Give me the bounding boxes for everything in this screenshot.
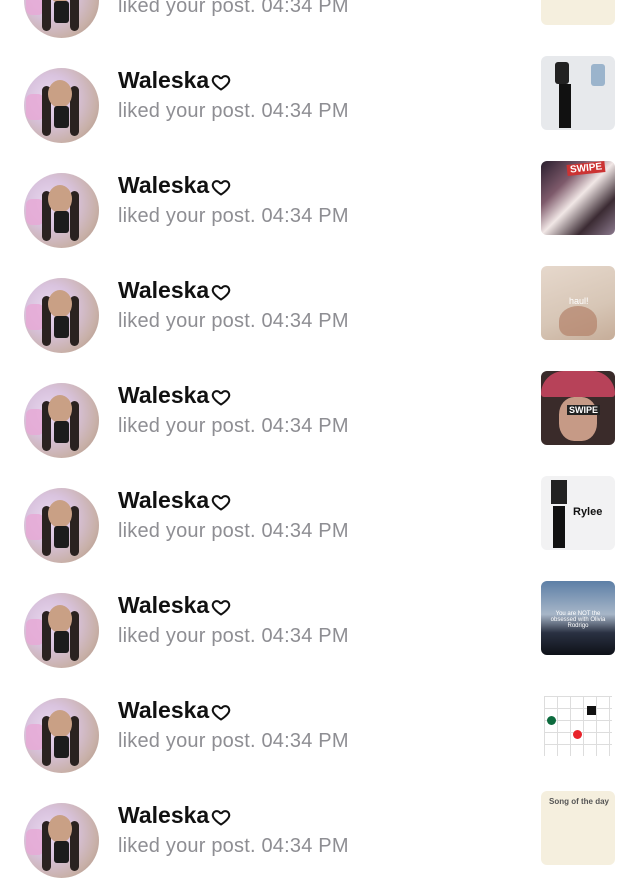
username-text: Waleska (118, 67, 210, 93)
avatar[interactable] (24, 593, 99, 668)
username-text: Waleska (118, 277, 210, 303)
thumbnail-caption: SWIPE (566, 161, 606, 176)
heart-outline-icon (211, 281, 231, 301)
post-thumbnail[interactable]: haul! (541, 266, 615, 340)
notification-row[interactable]: Waleska liked your post. 04:34 PM haul! (0, 266, 640, 371)
username[interactable]: Waleska (118, 277, 231, 304)
avatar[interactable] (24, 488, 99, 563)
heart-outline-icon (211, 491, 231, 511)
activity-text: liked your post. 04:34 PM (118, 625, 349, 647)
thumbnail-caption: Rylee (573, 506, 603, 518)
heart-outline-icon (211, 71, 231, 91)
post-thumbnail[interactable] (541, 686, 615, 760)
username-text: Waleska (118, 697, 210, 723)
username[interactable]: Waleska (118, 697, 231, 724)
avatar[interactable] (24, 383, 99, 458)
heart-outline-icon (211, 701, 231, 721)
username[interactable]: Waleska (118, 802, 231, 829)
activity-text: liked your post. 04:34 PM (118, 520, 349, 542)
thumbnail-caption: You are NOT the obsessed with Olivia Rod… (550, 611, 606, 629)
post-thumbnail[interactable] (541, 0, 615, 25)
notification-row[interactable]: Waleskaliked your post. 04:34 PM (0, 0, 640, 56)
thumbnail-caption: SWIPE (567, 405, 601, 415)
notification-row[interactable]: Waleska liked your post. 04:34 PM SWIPE (0, 161, 640, 266)
post-thumbnail[interactable]: SWIPE (541, 371, 615, 445)
username[interactable]: Waleska (118, 67, 231, 94)
username[interactable]: Waleska (118, 592, 231, 619)
username-text: Waleska (118, 487, 210, 513)
heart-outline-icon (211, 386, 231, 406)
notification-row[interactable]: Waleska liked your post. 04:34 PM (0, 686, 640, 791)
avatar[interactable] (24, 278, 99, 353)
username-text: Waleska (118, 382, 210, 408)
avatar[interactable] (24, 68, 99, 143)
thumbnail-caption: haul! (569, 296, 589, 306)
activity-text: liked your post. 04:34 PM (118, 310, 349, 332)
username-text: Waleska (118, 802, 210, 828)
avatar[interactable] (24, 803, 99, 878)
activity-text: liked your post. 04:34 PM (118, 415, 349, 437)
post-thumbnail[interactable]: Song of the day (541, 791, 615, 865)
post-thumbnail[interactable]: Rylee (541, 476, 615, 550)
heart-outline-icon (211, 176, 231, 196)
heart-outline-icon (211, 806, 231, 826)
username[interactable]: Waleska (118, 487, 231, 514)
username[interactable]: Waleska (118, 172, 231, 199)
username-text: Waleska (118, 172, 210, 198)
notification-row[interactable]: Waleska liked your post. 04:34 PM (0, 56, 640, 161)
post-thumbnail[interactable] (541, 56, 615, 130)
activity-list: Waleskaliked your post. 04:34 PMWaleskal… (0, 0, 640, 896)
username-text: Waleska (118, 592, 210, 618)
notification-row[interactable]: Waleska liked your post. 04:34 PM You are … (0, 581, 640, 686)
activity-text: liked your post. 04:34 PM (118, 205, 349, 227)
avatar[interactable] (24, 0, 99, 38)
activity-text: liked your post. 04:34 PM (118, 100, 349, 122)
notification-row[interactable]: Waleska liked your post. 04:34 PM SWIPE (0, 371, 640, 476)
activity-text: liked your post. 04:34 PM (118, 0, 349, 17)
avatar[interactable] (24, 173, 99, 248)
heart-outline-icon (211, 596, 231, 616)
notification-row[interactable]: Waleska liked your post. 04:34 PM Rylee (0, 476, 640, 581)
thumbnail-caption: Song of the day (549, 797, 609, 806)
username[interactable]: Waleska (118, 382, 231, 409)
avatar[interactable] (24, 698, 99, 773)
notification-row[interactable]: Waleska liked your post. 04:34 PM Song of … (0, 791, 640, 896)
post-thumbnail[interactable]: SWIPE (541, 161, 615, 235)
activity-text: liked your post. 04:34 PM (118, 730, 349, 752)
post-thumbnail[interactable]: You are NOT the obsessed with Olivia Rod… (541, 581, 615, 655)
